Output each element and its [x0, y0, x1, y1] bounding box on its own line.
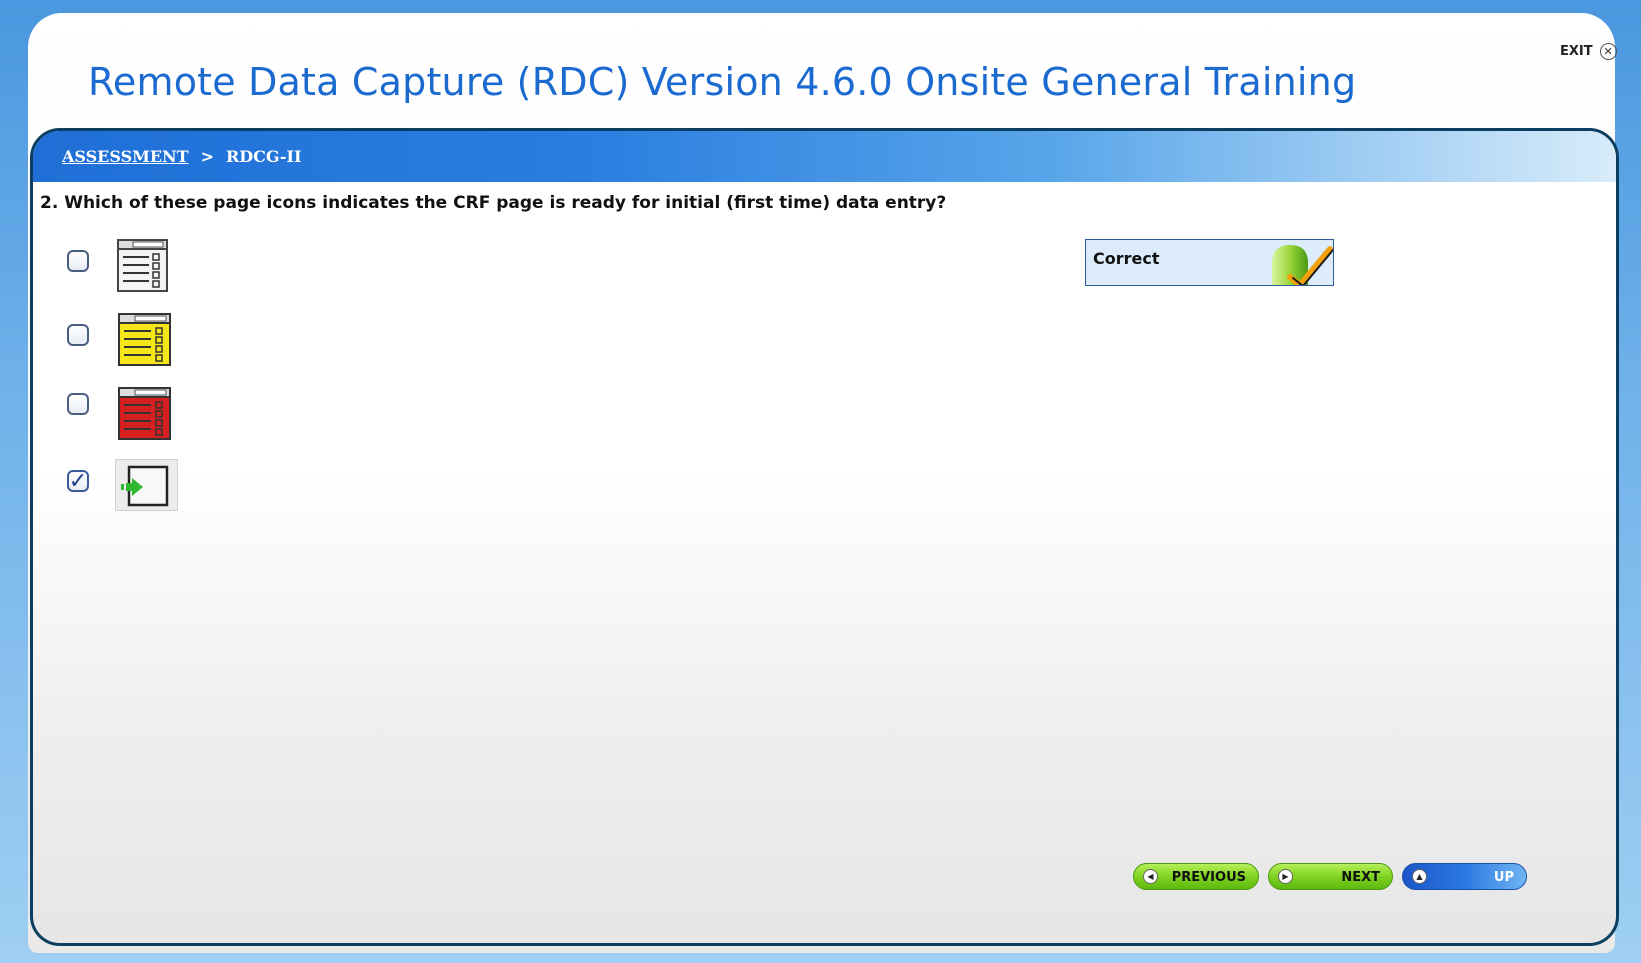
crf-page-entry-arrow-icon [115, 459, 178, 511]
breadcrumb-separator: > [200, 147, 214, 166]
option-1-checkbox[interactable] [67, 250, 89, 272]
option-2-checkbox[interactable] [67, 324, 89, 346]
content-frame: ASSESSMENT > RDCG-II 2. Which of these p… [30, 128, 1619, 946]
page-title: Remote Data Capture (RDC) Version 4.6.0 … [88, 60, 1357, 104]
feedback-box: Correct [1085, 239, 1334, 286]
exit-label: EXIT [1560, 44, 1593, 59]
previous-label: PREVIOUS [1171, 870, 1246, 885]
feedback-label: Correct [1093, 249, 1160, 268]
previous-button[interactable]: ◀ PREVIOUS [1133, 863, 1259, 890]
exit-button[interactable]: EXIT ✕ [1560, 43, 1617, 60]
correct-checkmark-icon [1272, 245, 1333, 285]
crf-page-yellow-icon [118, 313, 171, 366]
crf-page-red-icon [118, 387, 171, 440]
next-label: NEXT [1341, 870, 1380, 885]
next-button[interactable]: ▶ NEXT [1268, 863, 1393, 890]
breadcrumb: ASSESSMENT > RDCG-II [33, 131, 1616, 182]
arrow-up-icon: ▲ [1412, 869, 1427, 884]
arrow-left-icon: ◀ [1143, 869, 1158, 884]
up-button[interactable]: ▲ UP [1402, 863, 1527, 890]
question-text: 2. Which of these page icons indicates t… [40, 193, 947, 213]
breadcrumb-assessment-link[interactable]: ASSESSMENT [62, 147, 189, 166]
close-circle-icon: ✕ [1599, 43, 1617, 60]
option-3-checkbox[interactable] [67, 393, 89, 415]
up-label: UP [1493, 870, 1514, 885]
breadcrumb-current: RDCG-II [225, 147, 302, 166]
option-4-checkbox[interactable]: ✓ [67, 469, 89, 494]
arrow-right-icon: ▶ [1278, 869, 1293, 884]
crf-page-white-icon [117, 239, 168, 292]
